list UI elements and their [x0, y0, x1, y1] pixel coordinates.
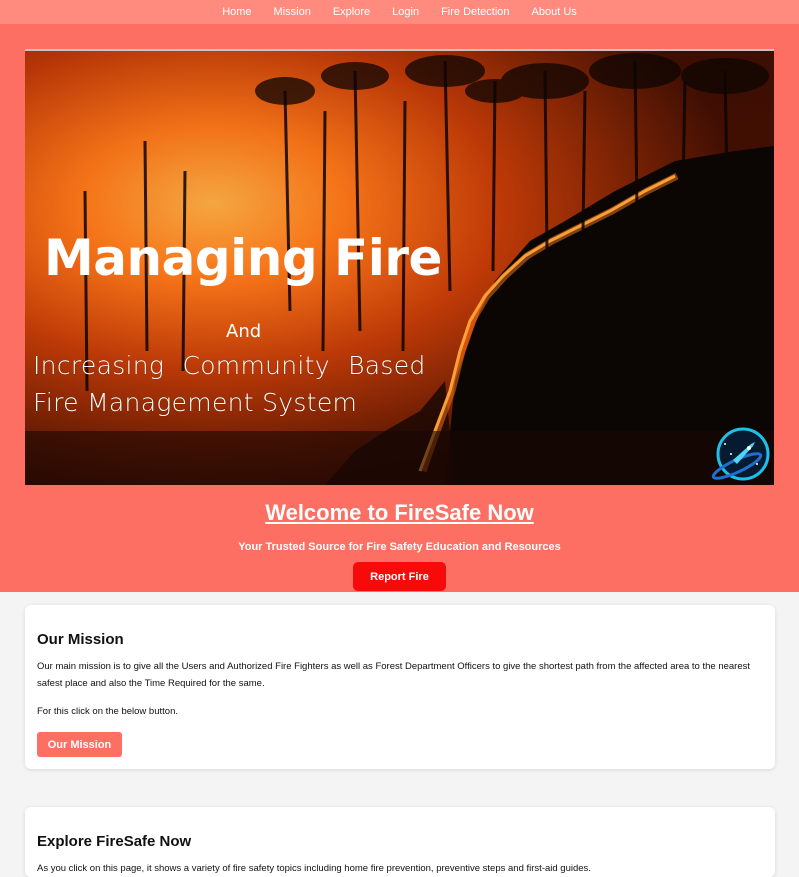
- report-fire-button[interactable]: Report Fire: [353, 562, 446, 591]
- our-mission-button[interactable]: Our Mission: [37, 732, 122, 757]
- nav-mission-link[interactable]: Mission: [274, 6, 311, 18]
- banner-title: Managing Fire: [44, 229, 442, 287]
- nav-about-link[interactable]: About Us: [532, 6, 577, 18]
- nav-fire-detection-link[interactable]: Fire Detection: [441, 6, 509, 18]
- hero-tagline: Your Trusted Source for Fire Safety Educ…: [238, 541, 561, 553]
- explore-card: Explore FireSafe Now As you click on thi…: [25, 807, 775, 877]
- hero-banner-image: Managing Fire And Increasing Community B…: [25, 49, 774, 485]
- mission-card: Our Mission Our main mission is to give …: [25, 605, 775, 769]
- banner-subtitle-line1: Increasing Community Based: [33, 351, 426, 380]
- mission-description: Our main mission is to give all the User…: [37, 661, 751, 689]
- hero-section: Managing Fire And Increasing Community B…: [0, 24, 799, 592]
- banner-and: And: [226, 321, 262, 342]
- rocket-logo-icon: [711, 427, 770, 481]
- nav-home-link[interactable]: Home: [222, 6, 251, 18]
- explore-description: As you click on this page, it shows a va…: [37, 863, 591, 874]
- mission-heading: Our Mission: [37, 631, 124, 648]
- top-nav: Home Mission Explore Login Fire Detectio…: [0, 0, 799, 24]
- mission-instruction: For this click on the below button.: [37, 706, 178, 717]
- explore-heading: Explore FireSafe Now: [37, 833, 192, 850]
- nav-login-link[interactable]: Login: [392, 6, 419, 18]
- welcome-heading: Welcome to FireSafe Now: [265, 500, 534, 525]
- banner-subtitle-line2: Fire Management System: [33, 388, 358, 417]
- nav-explore-link[interactable]: Explore: [333, 6, 370, 18]
